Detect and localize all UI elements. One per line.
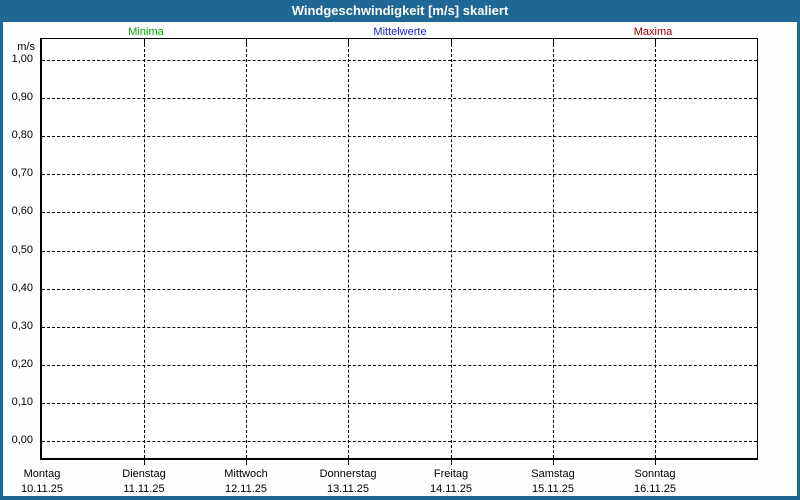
x-day-label: Sonntag [634, 468, 676, 480]
x-axis-label: Donnerstag 13.11.25 [296, 468, 400, 495]
x-date-label: 14.11.25 [429, 483, 472, 495]
x-date-label: 15.11.25 [531, 483, 574, 495]
x-date-label: 12.11.25 [224, 483, 267, 495]
x-day-label: Samstag [531, 468, 575, 480]
x-day-label: Mittwoch [224, 468, 268, 480]
x-axis-labels: Montag 10.11.25 Dienstag 11.11.25 Mittwoch 12… [0, 0, 800, 500]
x-axis-label: Freitag 14.11.25 [399, 468, 503, 495]
x-day-label: Montag [23, 468, 61, 480]
x-axis-label: Dienstag 11.11.25 [92, 468, 196, 495]
x-date-label: 16.11.25 [633, 483, 676, 495]
x-axis-label: Sonntag 16.11.25 [603, 468, 707, 495]
x-day-label: Donnerstag [319, 468, 377, 480]
chart-window: Windgeschwindigkeit [m/s] skaliert Minim… [0, 0, 800, 500]
x-day-label: Dienstag [122, 468, 166, 480]
x-date-label: 13.11.25 [326, 483, 369, 495]
x-axis-label: Montag 10.11.25 [0, 468, 94, 495]
x-date-label: 10.11.25 [20, 483, 63, 495]
x-axis-label: Mittwoch 12.11.25 [194, 468, 298, 495]
x-date-label: 11.11.25 [123, 483, 165, 495]
x-axis-label: Samstag 15.11.25 [501, 468, 605, 495]
x-day-label: Freitag [433, 468, 469, 480]
